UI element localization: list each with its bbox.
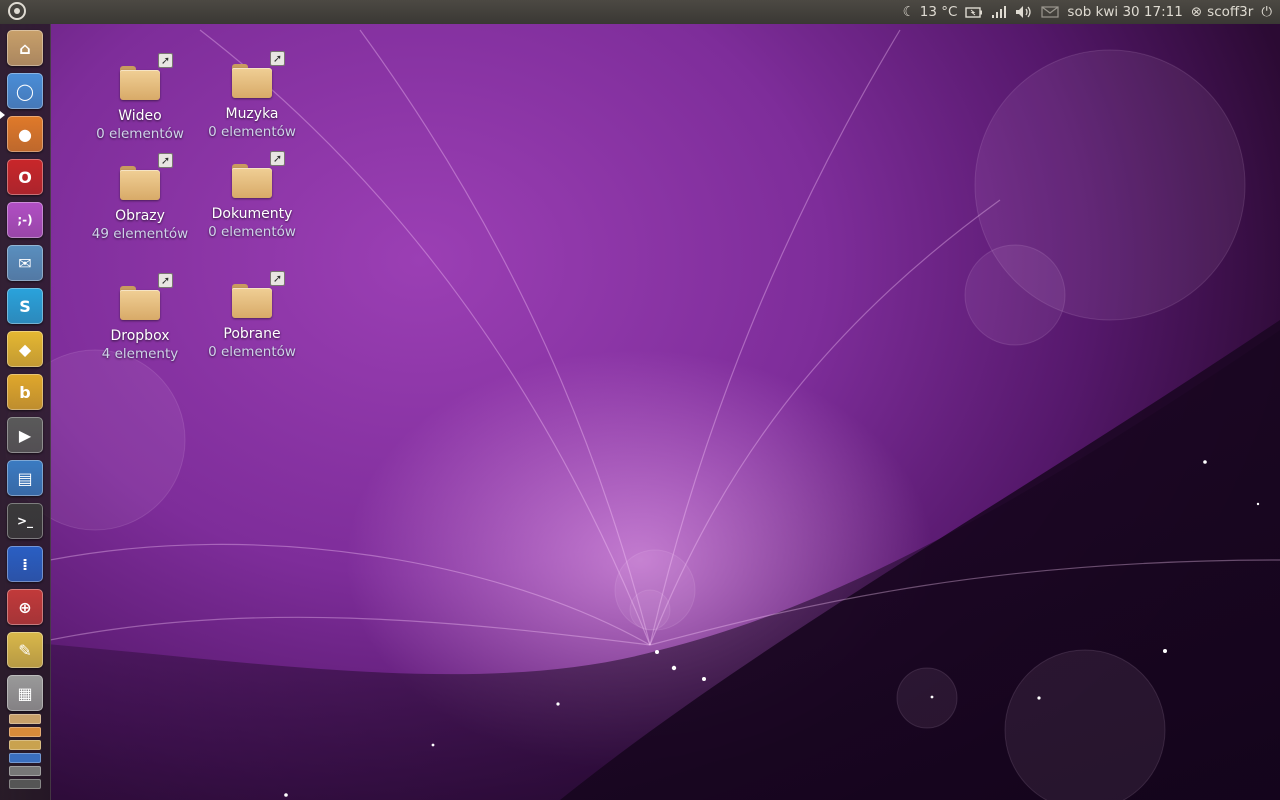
folder-icon: ➚ — [117, 53, 173, 104]
workspaces-icon: ⁞ — [21, 554, 29, 574]
launcher-stacked-item[interactable] — [9, 727, 41, 737]
launcher-stacked-item[interactable] — [9, 714, 41, 724]
chromium-icon: ◯ — [16, 81, 34, 101]
launcher-item-opera[interactable]: O — [7, 159, 43, 195]
session-indicator[interactable]: ⏻ — [1261, 4, 1272, 20]
folder-name: Dokumenty — [211, 206, 293, 222]
video-player-icon: ▶ — [18, 425, 32, 445]
folder-name: Dropbox — [110, 328, 170, 344]
ubuntu-logo-icon[interactable] — [8, 2, 26, 20]
folder-name: Obrazy — [115, 208, 165, 224]
mail-client-icon: ✉ — [18, 253, 32, 273]
text-editor-icon: ✎ — [18, 640, 32, 660]
launcher-item-empathy[interactable]: ;-) — [7, 202, 43, 238]
folder-item-count: 0 elementów — [208, 224, 296, 240]
launcher-item-chromium[interactable]: ◯ — [7, 73, 43, 109]
sound-indicator[interactable] — [1015, 5, 1033, 19]
firefox-icon: ● — [18, 124, 32, 144]
weather-indicator[interactable]: ☾ 13 °C — [903, 4, 958, 20]
terminal-icon: >_ — [16, 514, 34, 528]
desktop-folder-muzyka[interactable]: ➚ Muzyka 0 elementów — [197, 51, 307, 140]
desktop-folder-dropbox[interactable]: ➚ Dropbox 4 elementy — [85, 273, 195, 362]
symlink-arrow-icon: ➚ — [270, 51, 285, 66]
folder-name: Wideo — [118, 108, 162, 124]
launcher-item-transmission[interactable]: ⊕ — [7, 589, 43, 625]
launcher-stacked-item[interactable] — [9, 766, 41, 776]
desktop-folder-obrazy[interactable]: ➚ Obrazy 49 elementów — [85, 153, 195, 242]
battery-icon — [965, 7, 983, 18]
launcher-stacked-item[interactable] — [9, 753, 41, 763]
user-indicator[interactable]: ⊗ scoff3r — [1191, 4, 1253, 20]
document-viewer-icon: ▤ — [17, 468, 33, 488]
opera-icon: O — [18, 167, 32, 187]
launcher-item-workspaces[interactable]: ⁞ — [7, 546, 43, 582]
desktop-folder-pobrane[interactable]: ➚ Pobrane 0 elementów — [197, 271, 307, 360]
active-app-indicator — [0, 111, 5, 119]
launcher-item-mail-client[interactable]: ✉ — [7, 245, 43, 281]
banshee-icon: b — [19, 382, 31, 402]
folder-icon: ➚ — [229, 151, 285, 202]
folder-item-count: 0 elementów — [208, 344, 296, 360]
launcher-item-calculator[interactable]: ▦ — [7, 675, 43, 711]
desktop-folder-dokumenty[interactable]: ➚ Dokumenty 0 elementów — [197, 151, 307, 240]
folder-icon: ➚ — [229, 271, 285, 322]
symlink-arrow-icon: ➚ — [158, 53, 173, 68]
dropbox-icon: ◆ — [18, 339, 32, 359]
launcher-stacked-item[interactable] — [9, 779, 41, 789]
moon-icon: ☾ — [902, 4, 915, 20]
launcher-item-banshee[interactable]: b — [7, 374, 43, 410]
launcher-item-firefox[interactable]: ● — [7, 116, 43, 152]
folder-name: Pobrane — [223, 326, 281, 342]
folder-icon: ➚ — [229, 51, 285, 102]
launcher-item-home-folder[interactable]: ⌂ — [7, 30, 43, 66]
battery-indicator[interactable] — [965, 6, 983, 18]
launcher-item-video-player[interactable]: ▶ — [7, 417, 43, 453]
messaging-indicator[interactable] — [1041, 6, 1060, 18]
network-signal-icon — [992, 6, 1007, 18]
transmission-icon: ⊕ — [18, 597, 32, 617]
skype-icon: S — [19, 296, 31, 316]
launcher-item-text-editor[interactable]: ✎ — [7, 632, 43, 668]
launcher-item-skype[interactable]: S — [7, 288, 43, 324]
empathy-icon: ;-) — [17, 213, 33, 227]
folder-icon: ➚ — [117, 153, 173, 204]
calculator-icon: ▦ — [17, 683, 33, 703]
folder-item-count: 0 elementów — [96, 126, 184, 142]
launcher-item-document-viewer[interactable]: ▤ — [7, 460, 43, 496]
network-indicator[interactable] — [991, 5, 1007, 19]
volume-icon — [1016, 6, 1032, 18]
folder-icon: ➚ — [117, 273, 173, 324]
weather-temperature: 13 °C — [919, 4, 958, 20]
date-time: sob kwi 30 17:11 — [1067, 4, 1183, 20]
username: scoff3r — [1207, 4, 1254, 20]
symlink-arrow-icon: ➚ — [270, 151, 285, 166]
user-icon: ⊗ — [1190, 4, 1203, 20]
home-folder-icon: ⌂ — [19, 38, 31, 58]
symlink-arrow-icon: ➚ — [158, 153, 173, 168]
clock-indicator[interactable]: sob kwi 30 17:11 — [1067, 4, 1182, 20]
top-panel: ☾ 13 °C sob kwi 30 17:11 ⊗ scoff3r ⏻ — [0, 0, 1280, 24]
folder-item-count: 49 elementów — [91, 226, 189, 242]
launcher-stacked-item[interactable] — [9, 740, 41, 750]
unity-launcher: ⌂ ◯ ● O ;-) ✉ S ◆ b ▶ ▤ >_ ⁞ ⊕ ✎ ▦ — [0, 24, 51, 800]
power-icon: ⏻ — [1261, 4, 1272, 20]
launcher-item-dropbox[interactable]: ◆ — [7, 331, 43, 367]
desktop-folder-wideo[interactable]: ➚ Wideo 0 elementów — [85, 53, 195, 142]
mail-icon — [1041, 6, 1060, 18]
folder-item-count: 0 elementów — [208, 124, 296, 140]
symlink-arrow-icon: ➚ — [158, 273, 173, 288]
folder-item-count: 4 elementy — [101, 346, 179, 362]
symlink-arrow-icon: ➚ — [270, 271, 285, 286]
launcher-item-terminal[interactable]: >_ — [7, 503, 43, 539]
folder-name: Muzyka — [225, 106, 279, 122]
